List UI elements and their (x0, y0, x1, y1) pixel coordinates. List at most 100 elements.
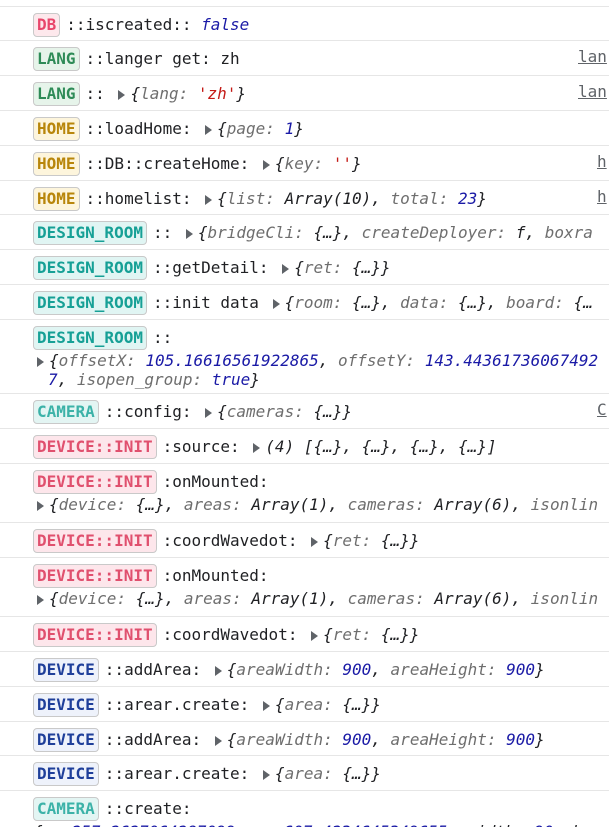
log-object-preview[interactable]: 143.44361736067492 (425, 351, 598, 370)
log-object-preview[interactable]: } (352, 154, 362, 173)
log-object-preview[interactable]: {…}, (136, 589, 184, 608)
log-object-preview[interactable]: {…}} (352, 258, 391, 277)
expand-triangle-icon[interactable] (205, 194, 213, 205)
log-object-preview[interactable]: { (275, 154, 285, 173)
log-object-preview[interactable]: true (212, 370, 251, 389)
log-object-preview[interactable]: 1 (285, 119, 295, 138)
log-object-preview[interactable]: } (250, 370, 260, 389)
source-link[interactable]: h (597, 187, 607, 206)
log-object-preview[interactable]: { (275, 695, 285, 714)
log-object-preview[interactable]: key: (285, 154, 333, 173)
log-object-preview[interactable]: Array(6), (434, 589, 530, 608)
log-object-preview[interactable]: , (319, 351, 338, 370)
log-object-preview[interactable]: 105.16616561922865 (145, 351, 318, 370)
source-link[interactable]: h (597, 152, 607, 171)
log-object-preview[interactable]: false (201, 15, 249, 34)
expand-triangle-icon[interactable] (311, 630, 319, 641)
log-object-preview[interactable]: { (217, 402, 227, 421)
log-object-preview[interactable]: 23 (458, 189, 477, 208)
log-object-preview[interactable]: Array(6), (434, 495, 530, 514)
log-object-preview[interactable]: isopen_group: (77, 370, 212, 389)
log-object-preview[interactable]: areas: (184, 495, 251, 514)
log-object-preview[interactable]: {…}} (342, 764, 381, 783)
log-object-preview[interactable]: , (371, 660, 390, 679)
log-object-preview[interactable]: , width: (447, 822, 534, 827)
log-object-preview[interactable]: 90 (534, 822, 553, 827)
log-object-preview[interactable]: 'zh' (198, 84, 237, 103)
log-object-preview[interactable]: , h (553, 822, 582, 827)
log-object-preview[interactable]: { (217, 119, 227, 138)
log-object-preview[interactable]: { (198, 223, 208, 242)
log-object-preview[interactable]: { (285, 293, 295, 312)
log-object-preview[interactable]: } (535, 730, 545, 749)
log-object-preview[interactable]: ret: (304, 258, 352, 277)
expand-triangle-icon[interactable] (37, 500, 44, 511)
log-object-preview[interactable]: { (227, 660, 237, 679)
expand-triangle-icon[interactable] (272, 298, 280, 309)
expand-triangle-icon[interactable] (118, 89, 126, 100)
log-object-preview[interactable]: , (371, 730, 390, 749)
log-object-preview[interactable]: 257.2627064287099 (72, 822, 236, 827)
expand-triangle-icon[interactable] (282, 263, 290, 274)
log-object-preview[interactable]: total: (391, 189, 458, 208)
log-object-preview[interactable]: boxra (545, 223, 593, 242)
log-object-preview[interactable]: { (275, 764, 285, 783)
log-object-preview[interactable]: page: (227, 119, 285, 138)
log-object-preview[interactable]: isonlin (531, 495, 598, 514)
expand-triangle-icon[interactable] (185, 228, 193, 239)
log-object-preview[interactable]: { (217, 189, 227, 208)
log-object-preview[interactable]: 7 (48, 370, 58, 389)
log-object-preview[interactable]: Array(1), (251, 589, 347, 608)
log-object-preview[interactable]: { (294, 258, 304, 277)
log-object-preview[interactable]: } (535, 660, 545, 679)
log-object-preview[interactable]: {… (574, 293, 593, 312)
log-object-preview[interactable]: (4) [{…}, {…}, {…}, {…}] (265, 437, 496, 456)
log-object-preview[interactable]: {…}, (352, 293, 400, 312)
expand-triangle-icon[interactable] (37, 594, 44, 605)
log-object-preview[interactable]: f, (516, 223, 545, 242)
source-link[interactable]: lan (578, 47, 607, 66)
source-link[interactable]: C (597, 400, 607, 419)
log-object-preview[interactable]: 900 (342, 660, 371, 679)
log-object-preview[interactable]: isonlin (531, 589, 598, 608)
log-object-preview[interactable]: {…}} (342, 695, 381, 714)
log-object-preview[interactable]: cameras: (348, 495, 435, 514)
log-object-preview[interactable]: cameras: (227, 402, 314, 421)
log-object-preview[interactable]: offsetX: (59, 351, 146, 370)
expand-triangle-icon[interactable] (253, 442, 261, 453)
log-object-preview[interactable]: ret: (333, 625, 381, 644)
log-object-preview[interactable]: areaWidth: (236, 660, 342, 679)
log-object-preview[interactable]: areaHeight: (391, 660, 507, 679)
log-object-preview[interactable]: '' (333, 154, 352, 173)
log-object-preview[interactable]: area: (285, 764, 343, 783)
expand-triangle-icon[interactable] (205, 407, 213, 418)
expand-triangle-icon[interactable] (262, 159, 270, 170)
log-object-preview[interactable]: } (236, 84, 246, 103)
log-object-preview[interactable]: Array(10), (285, 189, 391, 208)
log-object-preview[interactable]: cameras: (348, 589, 435, 608)
expand-triangle-icon[interactable] (311, 536, 319, 547)
log-object-preview[interactable]: {…}, (313, 223, 361, 242)
log-object-preview[interactable]: list: (227, 189, 285, 208)
log-object-preview[interactable]: bridgeCli: (208, 223, 314, 242)
expand-triangle-icon[interactable] (37, 356, 44, 367)
log-object-preview[interactable]: } (294, 119, 304, 138)
log-object-preview[interactable]: { (130, 84, 140, 103)
log-object-preview[interactable]: 900 (506, 660, 535, 679)
log-object-preview[interactable]: areaWidth: (236, 730, 342, 749)
log-object-preview[interactable]: {…}} (381, 625, 420, 644)
log-object-preview[interactable]: lang: (140, 84, 198, 103)
log-object-preview[interactable]: { (323, 531, 333, 550)
log-object-preview[interactable]: {…}} (381, 531, 420, 550)
log-object-preview[interactable]: offsetY: (338, 351, 425, 370)
expand-triangle-icon[interactable] (262, 769, 270, 780)
log-object-preview[interactable]: {…}, (458, 293, 506, 312)
log-object-preview[interactable]: { (323, 625, 333, 644)
log-object-preview[interactable]: , (58, 370, 77, 389)
log-object-preview[interactable]: room: (294, 293, 352, 312)
log-object-preview[interactable]: 900 (342, 730, 371, 749)
expand-triangle-icon[interactable] (262, 700, 270, 711)
log-object-preview[interactable]: { (49, 495, 59, 514)
log-object-preview[interactable]: Array(1), (251, 495, 347, 514)
source-link[interactable]: lan (578, 82, 607, 101)
